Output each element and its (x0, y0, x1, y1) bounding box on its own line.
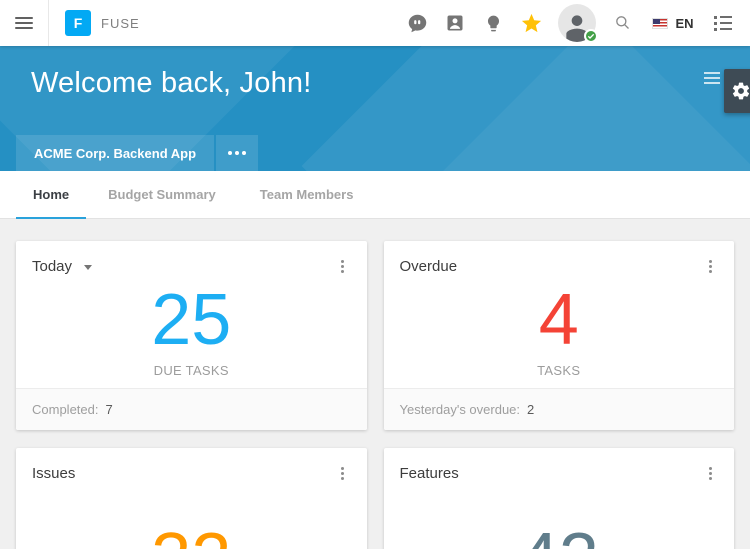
widget-issues: Issues 32 (16, 448, 367, 549)
tab-team-members[interactable]: Team Members (238, 171, 376, 218)
language-code-label: EN (675, 15, 694, 31)
widget-header: Issues (16, 448, 367, 485)
contacts-button[interactable] (436, 0, 474, 46)
top-toolbar: F FUSE EN (0, 0, 750, 46)
hamburger-icon (704, 72, 720, 84)
lightbulb-icon (484, 14, 503, 33)
widget-unit-label: TASKS (537, 363, 581, 378)
user-menu-button[interactable] (550, 0, 604, 46)
widget-body: 25 DUE TASKS (16, 278, 367, 388)
widget-unit-label: DUE TASKS (153, 363, 229, 378)
widget-today: Today 25 DUE TASKS Completed: 7 (16, 241, 367, 430)
widget-title: Today (32, 257, 73, 275)
app-window: F FUSE EN Welcome back, John! ACME Corp.… (0, 0, 750, 549)
list-bulleted-icon (714, 15, 732, 31)
overdue-tasks-count: 4 (538, 280, 579, 360)
chat-button[interactable] (398, 0, 436, 46)
more-horiz-icon (228, 151, 247, 155)
widget-menu-button[interactable] (696, 461, 724, 485)
app-logo: F FUSE (65, 10, 140, 36)
footer-value: 7 (105, 402, 113, 417)
footer-label: Completed: (32, 402, 99, 417)
online-status-badge (584, 29, 598, 43)
dashboard-tabs: Home Budget Summary Team Members (0, 171, 750, 219)
project-button[interactable]: ACME Corp. Backend App (16, 135, 215, 171)
favorites-button[interactable] (512, 0, 550, 46)
search-button[interactable] (604, 0, 642, 46)
gear-icon (731, 81, 750, 101)
widget-menu-button[interactable] (696, 254, 724, 278)
nav-hamburger-button[interactable] (0, 0, 48, 46)
dashboard-content: Today 25 DUE TASKS Completed: 7 Overdue (0, 219, 750, 549)
widget-footer: Completed: 7 (16, 388, 367, 430)
widget-body: 32 (16, 485, 367, 549)
widget-title: Features (399, 464, 459, 482)
widget-features: Features 42 (383, 448, 735, 549)
widget-menu-button[interactable] (329, 254, 357, 278)
widget-header: Today (16, 241, 367, 278)
widget-footer: Yesterday's overdue: 2 (383, 388, 734, 430)
settings-panel-button[interactable] (724, 69, 750, 113)
widget-header: Overdue (384, 241, 735, 278)
chevron-down-icon[interactable] (84, 264, 93, 270)
us-flag-icon (652, 17, 669, 29)
language-button[interactable]: EN (642, 0, 704, 46)
greeting-title: Welcome back, John! (31, 67, 312, 99)
header-menu-button[interactable] (704, 72, 720, 84)
widget-body: 4 TASKS (384, 278, 735, 388)
project-more-button[interactable] (216, 135, 259, 171)
issues-count: 32 (151, 523, 231, 549)
tab-budget-summary[interactable]: Budget Summary (86, 171, 238, 218)
hamburger-icon (15, 17, 33, 29)
widget-header: Features (384, 448, 735, 485)
search-icon (613, 13, 633, 33)
chat-bubble-icon (407, 13, 428, 34)
quick-panel-button[interactable] (704, 0, 742, 46)
welcome-header: Welcome back, John! ACME Corp. Backend A… (0, 46, 750, 171)
footer-label: Yesterday's overdue: (399, 402, 521, 417)
contacts-icon (445, 13, 465, 33)
ideas-button[interactable] (474, 0, 512, 46)
toolbar-divider (48, 0, 49, 46)
tab-home[interactable]: Home (16, 171, 87, 219)
widget-body: 42 (384, 485, 735, 549)
fuse-logo-icon: F (65, 10, 91, 36)
widget-menu-button[interactable] (329, 461, 357, 485)
app-name-label: FUSE (101, 15, 140, 31)
features-count: 42 (519, 523, 599, 549)
widget-title: Overdue (399, 257, 458, 275)
due-tasks-count: 25 (151, 280, 232, 360)
widget-overdue: Overdue 4 TASKS Yesterday's overdue: 2 (383, 241, 735, 430)
project-selector: ACME Corp. Backend App (16, 135, 259, 171)
footer-value: 2 (527, 402, 535, 417)
star-icon (520, 12, 543, 35)
widget-title: Issues (32, 464, 76, 482)
